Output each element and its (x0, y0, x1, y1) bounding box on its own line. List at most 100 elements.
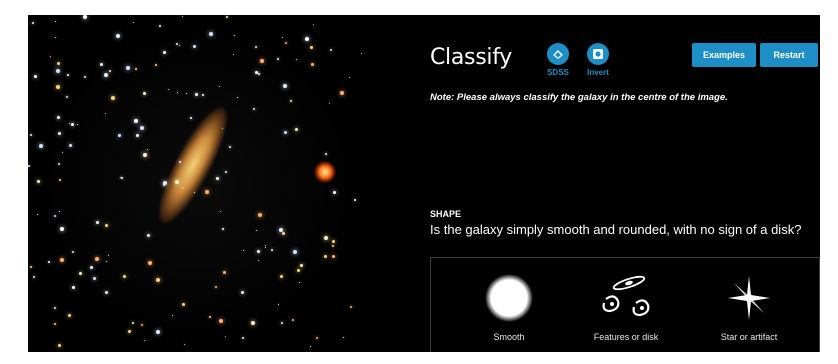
classify-panel: Classify SDSS Invert Examples Restart No… (368, 15, 820, 352)
star-point (202, 94, 204, 96)
star-point (258, 260, 259, 261)
star-point (311, 63, 314, 66)
answer-options: Smooth Features or disk Star or artifact (430, 257, 820, 352)
star-point (148, 261, 152, 265)
star-point (105, 291, 108, 294)
star-point (118, 134, 121, 137)
star-point (79, 272, 82, 275)
star-point (282, 232, 285, 235)
star-point (105, 224, 108, 227)
star-point (258, 73, 260, 75)
star-point (48, 261, 50, 263)
features-disk-icon (602, 275, 650, 317)
star-point (57, 116, 60, 119)
restart-button[interactable]: Restart (760, 43, 818, 67)
star-point (84, 76, 86, 78)
star-point (209, 316, 211, 318)
star-point (324, 236, 328, 240)
central-galaxy (147, 99, 239, 231)
star-point (108, 255, 109, 256)
star-point (260, 59, 264, 63)
star-point (179, 161, 181, 163)
star-point (58, 163, 60, 165)
star-point (226, 16, 228, 18)
star-point (233, 54, 234, 55)
star-point (316, 337, 318, 339)
star-point (219, 319, 223, 323)
star-point (90, 266, 93, 269)
star-point (176, 43, 178, 45)
star-point (72, 251, 74, 253)
answer-star-artifact[interactable]: Star or artifact (694, 258, 804, 352)
star-point (361, 53, 362, 54)
star-point (57, 62, 60, 65)
star-point (305, 37, 309, 41)
star-point (310, 346, 311, 347)
star-point (106, 261, 107, 262)
smooth-galaxy-icon (485, 274, 533, 322)
answer-smooth[interactable]: Smooth (454, 258, 564, 352)
star-point (225, 336, 226, 337)
invert-toggle[interactable]: Invert (583, 43, 613, 77)
star-point (310, 46, 313, 49)
star-point (159, 25, 161, 27)
star-point (62, 152, 63, 153)
star-point (71, 123, 74, 126)
star-point (60, 258, 64, 262)
sdss-toggle[interactable]: SDSS (543, 43, 573, 77)
star-point (313, 24, 314, 25)
star-point (60, 227, 64, 231)
star-point (163, 181, 167, 185)
star-point (332, 240, 335, 243)
star-point (69, 144, 72, 147)
star-point (37, 180, 40, 183)
star-point (72, 286, 75, 289)
star-point (96, 221, 99, 224)
star-point (219, 86, 220, 87)
star-point (205, 190, 209, 194)
star-point (332, 245, 334, 247)
star-point (32, 22, 34, 24)
star-point (30, 266, 32, 268)
star-point (50, 56, 51, 57)
star-point (128, 330, 131, 333)
star-point (34, 75, 37, 78)
star-point (253, 108, 255, 110)
star-point (193, 45, 196, 48)
star-point (133, 22, 134, 23)
star-point (283, 84, 287, 88)
star-point (194, 192, 195, 193)
star-point (229, 146, 231, 148)
star-point (295, 128, 298, 131)
star-point (111, 96, 115, 100)
star-point (333, 191, 336, 194)
star-point (54, 323, 56, 325)
examples-button[interactable]: Examples (692, 43, 756, 67)
star-point (297, 269, 300, 272)
star-point (83, 15, 87, 19)
galaxy-image (28, 15, 368, 352)
star-point (280, 275, 283, 278)
star-point (182, 303, 185, 306)
star-point (155, 64, 157, 66)
star-point (116, 34, 120, 38)
star-point (354, 199, 356, 201)
star-point (184, 344, 185, 345)
classify-frame: Classify SDSS Invert Examples Restart No… (28, 15, 820, 352)
star-point (182, 187, 184, 189)
star-point (222, 128, 223, 129)
answer-features-disk-label: Features or disk (593, 332, 659, 342)
star-point (135, 68, 137, 70)
star-point (30, 134, 32, 136)
star-point (147, 234, 150, 237)
star-point (349, 77, 350, 78)
answer-features-disk[interactable]: Features or disk (571, 258, 681, 352)
star-point (28, 165, 30, 167)
star-point (242, 337, 244, 339)
star-point (279, 228, 283, 232)
star-point (156, 278, 160, 282)
star-point (55, 21, 56, 22)
star-point (77, 124, 78, 125)
star-point (243, 250, 244, 251)
star-point (56, 85, 60, 89)
